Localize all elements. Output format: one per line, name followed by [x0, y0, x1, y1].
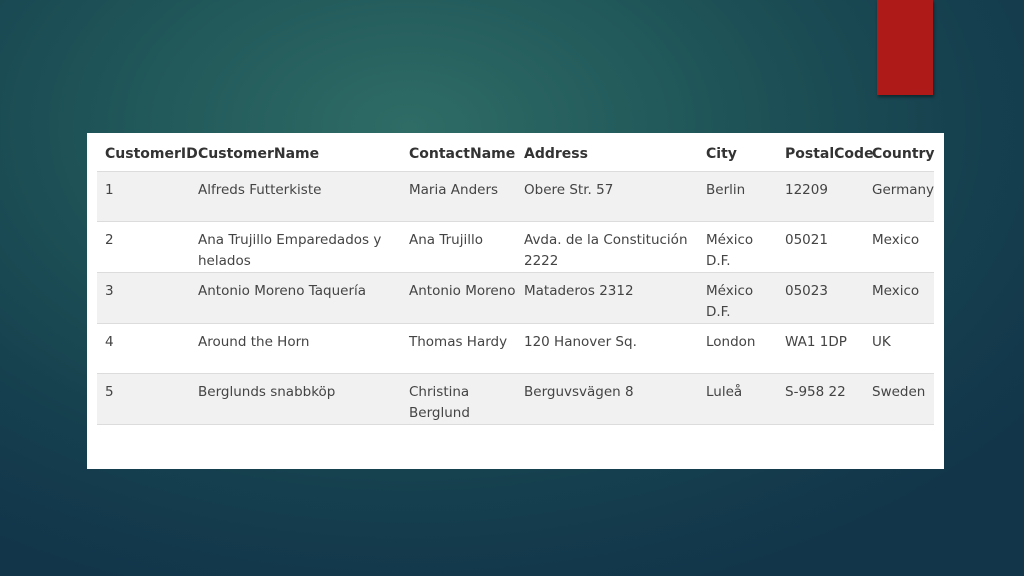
cell-contact-name: Thomas Hardy [401, 323, 516, 374]
column-header-contactname: ContactName [401, 137, 516, 172]
cell-customer-name: Ana Trujillo Emparedados y helados [190, 221, 401, 273]
column-header-customername: CustomerName [190, 137, 401, 172]
cell-customer-name: Around the Horn [190, 323, 401, 374]
cell-city: México D.F. [698, 272, 777, 324]
column-header-postalcode: PostalCode [777, 137, 874, 172]
column-header-customerid: CustomerID [97, 137, 198, 172]
cell-postal-code: S-958 22 [777, 373, 864, 425]
cell-address: Mataderos 2312 [516, 272, 698, 324]
cell-country: UK [864, 323, 934, 374]
cell-country: Mexico [864, 272, 934, 324]
cell-city: Luleå [698, 373, 777, 425]
table-row: 1 Alfreds Futterkiste Maria Anders Obere… [97, 171, 934, 222]
cell-address: 120 Hanover Sq. [516, 323, 698, 374]
cell-customer-id: 4 [97, 323, 190, 374]
cell-customer-id: 2 [97, 221, 190, 273]
cell-city: London [698, 323, 777, 374]
cell-address: Berguvsvägen 8 [516, 373, 698, 425]
cell-customer-id: 5 [97, 373, 190, 425]
cell-customer-name: Antonio Moreno Taquería [190, 272, 401, 324]
cell-country: Sweden [864, 373, 934, 425]
table-header-row: CustomerID CustomerName ContactName Addr… [97, 137, 935, 172]
cell-contact-name: Christina Berglund [401, 373, 516, 425]
cell-city: Berlin [698, 171, 777, 222]
table-row: 2 Ana Trujillo Emparedados y helados Ana… [97, 221, 934, 273]
red-accent-tab [877, 0, 933, 95]
cell-postal-code: 05023 [777, 272, 864, 324]
cell-customer-name: Berglunds snabbköp [190, 373, 401, 425]
cell-address: Avda. de la Constitución 2222 [516, 221, 698, 273]
cell-contact-name: Ana Trujillo [401, 221, 516, 273]
cell-contact-name: Maria Anders [401, 171, 516, 222]
cell-city: México D.F. [698, 221, 777, 273]
table-row: 5 Berglunds snabbköp Christina Berglund … [97, 373, 934, 425]
cell-customer-id: 3 [97, 272, 190, 324]
customers-table: CustomerID CustomerName ContactName Addr… [97, 137, 935, 425]
cell-address: Obere Str. 57 [516, 171, 698, 222]
cell-postal-code: WA1 1DP [777, 323, 864, 374]
cell-contact-name: Antonio Moreno [401, 272, 516, 324]
column-header-country: Country [864, 137, 935, 172]
customers-table-panel: CustomerID CustomerName ContactName Addr… [87, 133, 944, 469]
cell-customer-name: Alfreds Futterkiste [190, 171, 401, 222]
table-row: 4 Around the Horn Thomas Hardy 120 Hanov… [97, 323, 934, 374]
cell-postal-code: 12209 [777, 171, 864, 222]
cell-postal-code: 05021 [777, 221, 864, 273]
table-row: 3 Antonio Moreno Taquería Antonio Moreno… [97, 272, 934, 324]
cell-customer-id: 1 [97, 171, 190, 222]
column-header-address: Address [516, 137, 698, 172]
cell-country: Germany [864, 171, 934, 222]
column-header-city: City [698, 137, 777, 172]
cell-country: Mexico [864, 221, 934, 273]
